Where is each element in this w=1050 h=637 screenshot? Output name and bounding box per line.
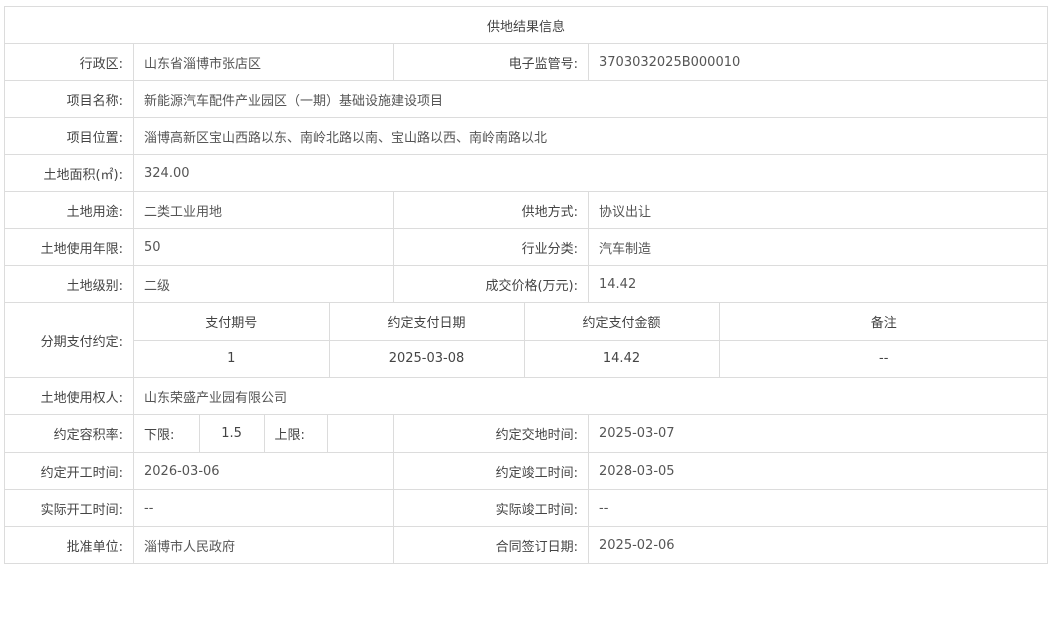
far-upper-label: 上限: <box>265 415 329 452</box>
actual-start-label: 实际开工时间: <box>4 489 134 527</box>
installment-table: 支付期号 约定支付日期 约定支付金额 备注 1 2025-03-08 14.42… <box>134 303 1047 377</box>
installment-header-period: 支付期号 <box>134 303 330 341</box>
project-name-label: 项目名称: <box>4 80 134 118</box>
land-owner-label: 土地使用权人: <box>4 377 134 415</box>
project-location-label: 项目位置: <box>4 117 134 155</box>
installment-date: 2025-03-08 <box>328 339 525 377</box>
deal-price-label: 成交价格(万元): <box>393 265 589 303</box>
actual-start-value: -- <box>133 489 394 527</box>
installment-label: 分期支付约定: <box>4 302 134 378</box>
completion-date-value: 2028-03-05 <box>587 452 1049 490</box>
land-grade-value: 二级 <box>133 265 394 303</box>
actual-completion-value: -- <box>587 489 1049 527</box>
supply-method-label: 供地方式: <box>393 191 589 229</box>
start-date-value: 2026-03-06 <box>133 452 394 490</box>
delivery-date-value: 2025-03-07 <box>587 414 1049 453</box>
land-supply-result-page: 供地结果信息 行政区: 山东省淄博市张店区 电子监管号: 3703032025B… <box>0 0 1050 637</box>
supply-method-value: 协议出让 <box>587 191 1049 229</box>
land-grade-label: 土地级别: <box>4 265 134 303</box>
delivery-date-label: 约定交地时间: <box>393 414 589 453</box>
installment-header-date: 约定支付日期 <box>328 303 525 341</box>
contract-date-value: 2025-02-06 <box>587 526 1049 564</box>
supervision-no-label: 电子监管号: <box>393 43 589 81</box>
far-label: 约定容积率: <box>4 414 134 453</box>
industry-value: 汽车制造 <box>587 228 1049 266</box>
start-date-label: 约定开工时间: <box>4 452 134 490</box>
land-term-value: 50 <box>133 228 394 266</box>
land-owner-value: 山东荣盛产业园有限公司 <box>132 377 1049 415</box>
installment-remark: -- <box>718 339 1047 377</box>
land-area-label: 土地面积(㎡): <box>4 154 134 192</box>
district-value: 山东省淄博市张店区 <box>133 43 394 81</box>
approver-value: 淄博市人民政府 <box>133 526 394 564</box>
far-upper-value <box>328 416 392 452</box>
installment-amount: 14.42 <box>523 339 720 377</box>
installment-header-remark: 备注 <box>718 303 1047 341</box>
deal-price-value: 14.42 <box>587 265 1049 303</box>
installment-header-amount: 约定支付金额 <box>523 303 720 341</box>
supervision-no-value: 3703032025B000010 <box>587 43 1049 81</box>
approver-label: 批准单位: <box>4 526 134 564</box>
page-title: 供地结果信息 <box>3 6 1049 44</box>
far-lower-label: 下限: <box>135 415 200 452</box>
actual-completion-label: 实际竣工时间: <box>393 489 589 527</box>
land-area-value: 324.00 <box>132 154 1049 192</box>
project-name-value: 新能源汽车配件产业园区（一期）基础设施建设项目 <box>132 80 1049 118</box>
district-label: 行政区: <box>4 43 134 81</box>
industry-label: 行业分类: <box>393 228 589 266</box>
installment-header-row: 支付期号 约定支付日期 约定支付金额 备注 <box>134 303 1047 341</box>
land-use-value: 二类工业用地 <box>133 191 394 229</box>
land-term-label: 土地使用年限: <box>4 228 134 266</box>
land-supply-result-table: 供地结果信息 行政区: 山东省淄博市张店区 电子监管号: 3703032025B… <box>3 6 1049 564</box>
installment-period: 1 <box>134 339 330 377</box>
completion-date-label: 约定竣工时间: <box>393 452 589 490</box>
contract-date-label: 合同签订日期: <box>393 526 589 564</box>
far-cell: 下限: 1.5 上限: <box>133 414 394 453</box>
installment-cell: 支付期号 约定支付日期 约定支付金额 备注 1 2025-03-08 14.42… <box>132 302 1049 378</box>
land-use-label: 土地用途: <box>4 191 134 229</box>
installment-row: 1 2025-03-08 14.42 -- <box>134 339 1047 377</box>
project-location-value: 淄博高新区宝山西路以东、南岭北路以南、宝山路以西、南岭南路以北 <box>132 117 1049 155</box>
far-lower-value: 1.5 <box>200 415 265 452</box>
